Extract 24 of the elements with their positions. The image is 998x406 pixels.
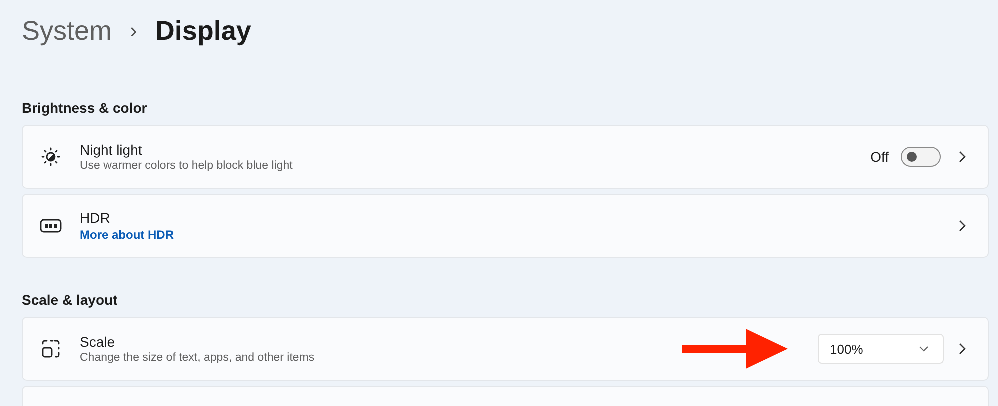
toggle-state-label: Off <box>870 149 889 165</box>
settings-row[interactable]: Scale Change the size of text, apps, and other items 100% <box>22 317 989 381</box>
scale-icon <box>40 339 62 359</box>
setting-description: Use warmer colors to help block blue light <box>80 160 293 172</box>
setting-description: Change the size of text, apps, and other items <box>80 352 315 364</box>
more-about-link[interactable]: More about HDR <box>80 228 174 242</box>
toggle-switch[interactable] <box>901 147 941 167</box>
breadcrumb-parent[interactable]: System <box>22 16 112 46</box>
chevron-right-icon <box>959 151 966 163</box>
setting-title: Night light <box>80 142 144 158</box>
hdr-icon <box>40 219 62 233</box>
setting-title: HDR <box>80 210 112 226</box>
page-title: Display <box>155 16 252 46</box>
breadcrumb-separator: › <box>130 18 138 44</box>
section-heading: Brightness & color <box>22 100 148 116</box>
chevron-right-icon <box>959 343 966 355</box>
settings-row[interactable]: Night light Use warmer colors to help block blue light Off <box>22 125 989 189</box>
section-heading: Scale & layout <box>22 292 119 308</box>
settings-row[interactable]: HDR More about HDR <box>22 194 989 258</box>
scale-dropdown[interactable]: 100% <box>818 334 944 364</box>
chevron-right-icon <box>959 220 966 232</box>
setting-title: Scale <box>80 334 116 350</box>
brightness-icon <box>40 147 62 167</box>
chevron-down-icon <box>919 346 929 352</box>
